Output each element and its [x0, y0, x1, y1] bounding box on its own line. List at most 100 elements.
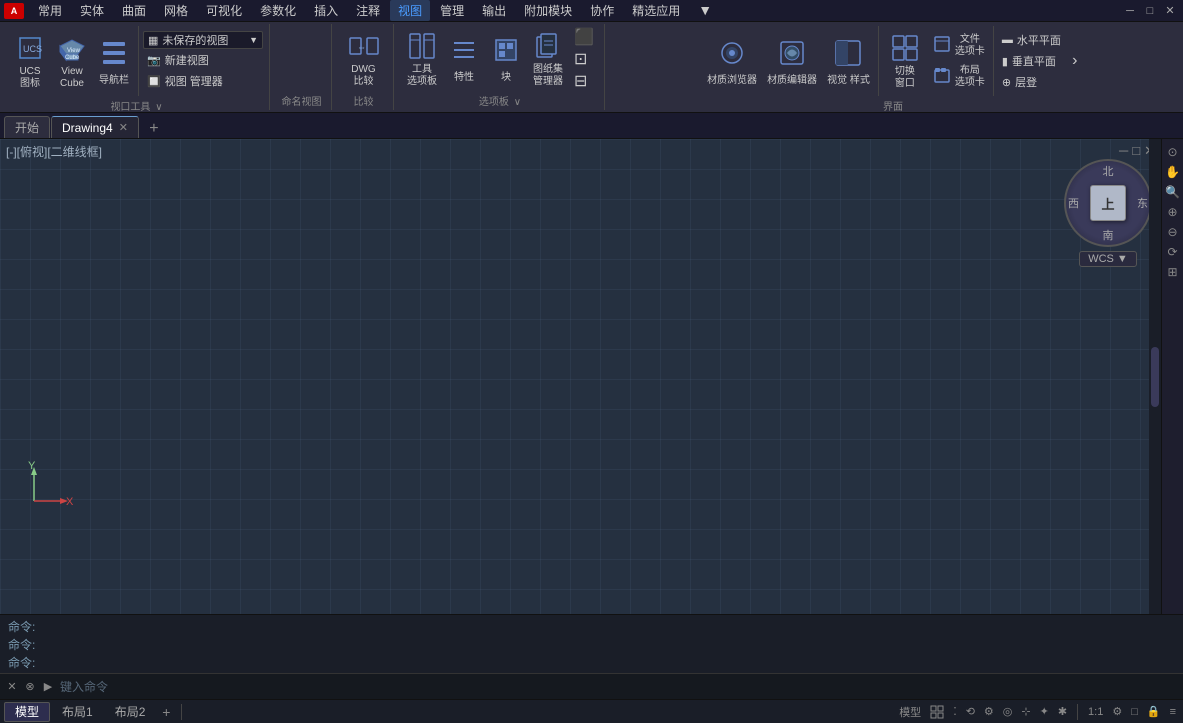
minimize-button[interactable]: ─ — [1121, 3, 1139, 19]
cmd-close-btn[interactable]: ✕ — [4, 679, 20, 695]
doc-tab-start[interactable]: 开始 — [4, 116, 50, 138]
ucs-icon-button[interactable]: UCS UCS图标 — [10, 30, 50, 92]
visual-style-button[interactable]: 视觉 样式 — [823, 29, 874, 93]
named-view-group-text: 命名视图 — [282, 97, 322, 108]
vertical-plane-icon: ▮ — [1002, 55, 1008, 68]
file-layout-col: 文件选项卡 布局选项卡 — [929, 31, 989, 92]
block-button[interactable]: 块 — [486, 27, 526, 91]
v-scrollbar[interactable] — [1149, 139, 1161, 614]
palette-small-3[interactable]: ⊟ — [570, 71, 598, 91]
menu-annotate[interactable]: 注释 — [348, 0, 388, 21]
dwg-compare-button[interactable]: ⇔ DWG比较 — [344, 27, 384, 91]
cmd-arrow-btn[interactable]: ▶ — [40, 679, 56, 695]
palettes-group-label[interactable]: 选项板 ∨ — [479, 91, 521, 108]
command-line-2: 命令: — [8, 635, 1175, 653]
command-lines: 命令: 命令: 命令: — [0, 615, 1183, 673]
navbar-button[interactable]: 导航栏 — [94, 30, 134, 92]
drawing-canvas: [-][俯视][二维线框] ─ □ ✕ Y — [0, 139, 1183, 614]
status-tab-add[interactable]: + — [157, 703, 175, 721]
drawing-area[interactable]: [-][俯视][二维线框] ─ □ ✕ Y — [0, 139, 1183, 614]
status-settings-icon[interactable]: ⚙ — [1109, 703, 1125, 720]
viewport-group-label[interactable]: 视口工具 ∨ — [110, 96, 162, 113]
file-tab-button[interactable]: 文件选项卡 — [929, 31, 989, 61]
named-view-icon: ▦ — [148, 34, 158, 47]
command-input-field[interactable] — [60, 680, 1179, 694]
menu-output[interactable]: 输出 — [474, 0, 514, 21]
viewport-minimize[interactable]: ─ — [1119, 143, 1128, 159]
named-view-dropdown[interactable]: ▦ 未保存的视图 ▼ — [143, 31, 263, 49]
wcs-label[interactable]: WCS ▼ — [1079, 251, 1137, 267]
maximize-button[interactable]: □ — [1141, 3, 1159, 19]
right-btn-zoom[interactable]: 🔍 — [1164, 183, 1182, 201]
compass-ring[interactable]: 北 南 西 东 上 — [1064, 159, 1152, 247]
right-btn-nav1[interactable]: ⟳ — [1164, 243, 1182, 261]
menu-view[interactable]: 视图 — [390, 0, 430, 21]
expand-icon: › — [1072, 52, 1077, 70]
switch-window-button[interactable]: 切换窗口 — [883, 30, 927, 92]
menu-collab[interactable]: 协作 — [582, 0, 622, 21]
right-btn-nav2[interactable]: ⊞ — [1164, 263, 1182, 281]
properties-button[interactable]: 特性 — [444, 27, 484, 91]
status-osnap-icon[interactable]: ◎ — [1000, 703, 1016, 720]
status-workspace-icon[interactable]: □ — [1128, 704, 1141, 720]
status-model-icon[interactable]: 模型 — [896, 702, 924, 722]
v-scrollbar-thumb[interactable] — [1151, 347, 1159, 407]
command-label-1: 命令: — [8, 618, 35, 635]
status-lwt-icon[interactable]: ✦ — [1037, 703, 1052, 720]
menu-visualize[interactable]: 可视化 — [198, 0, 250, 21]
menu-addons[interactable]: 附加模块 — [516, 0, 580, 21]
status-lock-icon[interactable]: 🔒 — [1144, 703, 1164, 720]
layout-tab-button[interactable]: 布局选项卡 — [929, 62, 989, 92]
menu-common[interactable]: 常用 — [30, 0, 70, 21]
menu-parametric[interactable]: 参数化 — [252, 0, 304, 21]
status-polar-icon[interactable]: ⚙ — [981, 703, 997, 720]
right-btn-pan[interactable]: ✋ — [1164, 163, 1182, 181]
layer-login-button[interactable]: ⊕ 层登 — [998, 72, 1065, 92]
doc-tab-drawing4[interactable]: Drawing4 ✕ — [51, 116, 139, 138]
right-btn-zoom3[interactable]: ⊖ — [1164, 223, 1182, 241]
doc-tab-add[interactable]: + — [144, 120, 164, 138]
menu-insert[interactable]: 插入 — [306, 0, 346, 21]
vertical-plane-button[interactable]: ▮ 垂直平面 — [998, 51, 1065, 71]
status-grid-icon[interactable] — [927, 703, 947, 721]
menu-manage[interactable]: 管理 — [432, 0, 472, 21]
status-sep-1 — [181, 704, 182, 720]
expand-interface-button[interactable]: › — [1067, 30, 1083, 92]
menu-featured[interactable]: 精选应用 — [624, 0, 688, 21]
menu-bar: 常用 实体 曲面 网格 可视化 参数化 插入 注释 视图 管理 输出 附加模块 … — [30, 0, 1121, 21]
status-tp-icon[interactable]: ✱ — [1055, 703, 1070, 720]
view-manager-button[interactable]: 🔲 视图 管理器 — [143, 71, 263, 91]
horizontal-plane-button[interactable]: ▬ 水平平面 — [998, 30, 1065, 50]
status-tab-layout1[interactable]: 布局1 — [52, 702, 103, 722]
palette-small-1[interactable]: ⬛ — [570, 27, 598, 47]
dwg-compare-label: DWG比较 — [351, 64, 375, 88]
status-ortho-icon[interactable]: ⟲ — [963, 703, 978, 720]
palette-small-2[interactable]: ⊡ — [570, 49, 598, 69]
material-editor-button[interactable]: 材质编辑器 — [763, 29, 821, 93]
viewcube-label: ViewCube — [60, 66, 84, 90]
close-button[interactable]: ✕ — [1161, 3, 1179, 19]
viewcube-button[interactable]: View Cube ViewCube — [52, 30, 92, 92]
new-view-button[interactable]: 📷 新建视图 — [143, 50, 263, 70]
doc-tab-drawing4-close[interactable]: ✕ — [119, 121, 128, 134]
sheet-manager-button[interactable]: 图纸集管理器 — [528, 27, 568, 91]
viewport-maximize[interactable]: □ — [1132, 143, 1140, 159]
status-right: 模型 ⁚ ⟲ ⚙ ◎ ⊹ ✦ ✱ 1:1 ⚙ □ 🔒 — [896, 702, 1179, 722]
menu-mesh[interactable]: 网格 — [156, 0, 196, 21]
tools-palette-button[interactable]: 工具选项板 — [402, 27, 442, 91]
status-tab-model[interactable]: 模型 — [4, 702, 50, 722]
status-otrack-icon[interactable]: ⊹ — [1018, 703, 1033, 720]
right-btn-zoom2[interactable]: ⊕ — [1164, 203, 1182, 221]
status-menu-icon[interactable]: ≡ — [1167, 704, 1179, 720]
right-btn-orbit[interactable]: ⊙ — [1164, 143, 1182, 161]
menu-extra[interactable]: ▼ — [690, 0, 720, 21]
viewcube-face-top[interactable]: 上 — [1090, 185, 1126, 221]
material-browser-button[interactable]: 材质浏览器 — [703, 29, 761, 93]
status-snap-icon[interactable]: ⁚ — [950, 703, 960, 720]
status-sep-2 — [1077, 704, 1078, 720]
cmd-clear-btn[interactable]: ⊗ — [22, 679, 38, 695]
menu-solid[interactable]: 实体 — [72, 0, 112, 21]
status-tab-layout2[interactable]: 布局2 — [105, 702, 156, 722]
menu-surface[interactable]: 曲面 — [114, 0, 154, 21]
tools-palette-icon — [406, 30, 438, 62]
